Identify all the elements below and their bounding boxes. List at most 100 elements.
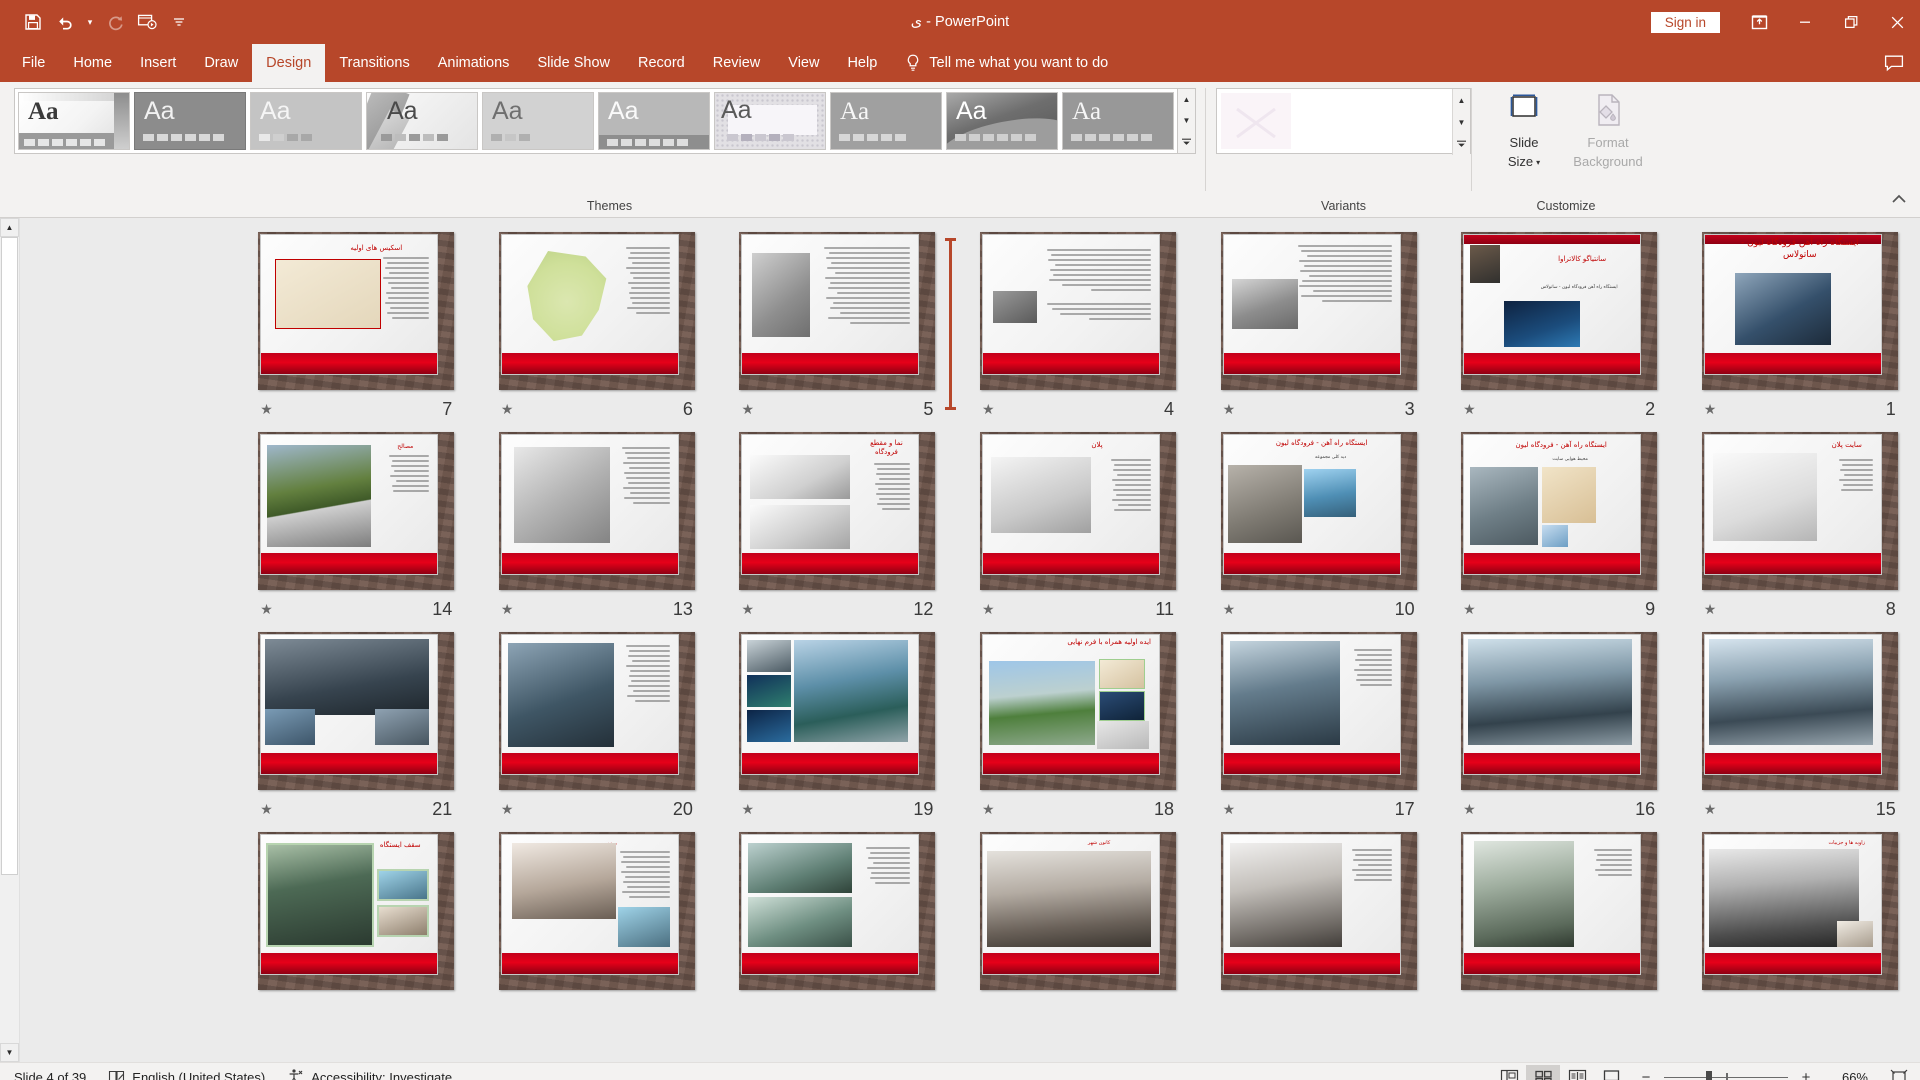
- slide-animation-star-icon[interactable]: ★: [741, 602, 754, 616]
- slide-item[interactable]: ★ 3: [1198, 232, 1439, 422]
- zoom-slider-handle[interactable]: [1706, 1070, 1712, 1080]
- slide-item[interactable]: ★ 4: [958, 232, 1199, 422]
- slide-thumbnail[interactable]: [739, 632, 936, 790]
- slide-item[interactable]: ★ 5: [717, 232, 958, 422]
- slide-item[interactable]: ★ 17: [1198, 632, 1439, 822]
- slide-animation-star-icon[interactable]: ★: [741, 802, 754, 816]
- tab-design[interactable]: Design: [252, 44, 326, 82]
- slide-item[interactable]: ایده اولیه همراه با فرم نهایی ★ 18: [958, 632, 1199, 822]
- chevron-down-icon[interactable]: ▾: [1536, 158, 1540, 167]
- format-background-button[interactable]: Format Background: [1568, 88, 1648, 174]
- slide-animation-star-icon[interactable]: ★: [1223, 602, 1236, 616]
- slide-animation-star-icon[interactable]: ★: [260, 402, 273, 416]
- slide-thumbnail[interactable]: نما و مقطع فرودگاه: [739, 432, 936, 590]
- slide-thumbnail[interactable]: سقف ایستگاه: [258, 832, 455, 990]
- slide-item[interactable]: سقف: [477, 832, 718, 990]
- slide-animation-star-icon[interactable]: ★: [501, 402, 514, 416]
- tab-transitions[interactable]: Transitions: [325, 44, 423, 82]
- theme-thumb-dark-gray[interactable]: Aa: [134, 92, 246, 150]
- slide-item[interactable]: ★ 21: [236, 632, 477, 822]
- tab-record[interactable]: Record: [624, 44, 699, 82]
- start-from-beginning-icon[interactable]: [132, 7, 162, 37]
- slide-item[interactable]: سایت پلان ★ 8: [1679, 432, 1920, 622]
- slide-item[interactable]: پلان ★ 11: [958, 432, 1199, 622]
- slide-show-button[interactable]: [1594, 1065, 1628, 1080]
- more-variants-icon[interactable]: [1453, 133, 1470, 155]
- scroll-up-icon[interactable]: ▲: [1453, 89, 1470, 111]
- slide-thumbnail[interactable]: ایستگاه راه آهن فرودگاه لیون - ساتولاس: [1701, 232, 1898, 390]
- slides-vertical-scrollbar[interactable]: ▲ ▼: [0, 218, 20, 1062]
- customize-quick-access-toolbar-icon[interactable]: [164, 7, 194, 37]
- theme-thumb-pale[interactable]: Aa: [482, 92, 594, 150]
- slide-animation-star-icon[interactable]: ★: [1223, 402, 1236, 416]
- redo-icon[interactable]: [100, 7, 130, 37]
- slide-animation-star-icon[interactable]: ★: [982, 402, 995, 416]
- slide-thumbnail[interactable]: [1461, 632, 1658, 790]
- slide-thumbnail[interactable]: [258, 632, 455, 790]
- slide-thumbnail[interactable]: ایده اولیه همراه با فرم نهایی: [980, 632, 1177, 790]
- slide-thumbnail[interactable]: [980, 232, 1177, 390]
- tab-draw[interactable]: Draw: [190, 44, 252, 82]
- normal-view-button[interactable]: [1492, 1065, 1526, 1080]
- undo-dropdown-icon[interactable]: ▾: [82, 7, 98, 37]
- comments-icon[interactable]: [1868, 44, 1920, 82]
- slide-animation-star-icon[interactable]: ★: [260, 602, 273, 616]
- tab-review[interactable]: Review: [699, 44, 775, 82]
- slide-thumbnail[interactable]: ایستگاه راه آهن - فرودگاه لیون دید کلی م…: [1220, 432, 1417, 590]
- tab-home[interactable]: Home: [59, 44, 126, 82]
- slide-animation-star-icon[interactable]: ★: [1463, 802, 1476, 816]
- slide-item[interactable]: مصالح ★ 14: [236, 432, 477, 622]
- theme-thumb-light-gray[interactable]: Aa: [250, 92, 362, 150]
- slide-item[interactable]: زاویه ها و جزییات: [1679, 832, 1920, 990]
- slide-thumbnail[interactable]: [1220, 632, 1417, 790]
- minimize-icon[interactable]: [1782, 0, 1828, 44]
- slide-animation-star-icon[interactable]: ★: [741, 402, 754, 416]
- slide-animation-star-icon[interactable]: ★: [982, 802, 995, 816]
- scroll-down-icon[interactable]: ▼: [1453, 111, 1470, 133]
- slide-animation-star-icon[interactable]: ★: [1704, 802, 1717, 816]
- slide-thumbnail[interactable]: زاویه ها و جزییات: [1701, 832, 1898, 990]
- restore-icon[interactable]: [1828, 0, 1874, 44]
- slide-item[interactable]: ★ 6: [477, 232, 718, 422]
- slide-item[interactable]: [717, 832, 958, 990]
- slide-sorter-view-button[interactable]: [1526, 1064, 1560, 1080]
- slide-animation-star-icon[interactable]: ★: [260, 802, 273, 816]
- slide-item[interactable]: کانون شهر: [958, 832, 1199, 990]
- slide-animation-star-icon[interactable]: ★: [1704, 402, 1717, 416]
- zoom-slider[interactable]: [1664, 1070, 1788, 1080]
- zoom-out-button[interactable]: −: [1638, 1069, 1654, 1080]
- themes-gallery-scrollbar[interactable]: ▲ ▼: [1178, 88, 1196, 154]
- reading-view-button[interactable]: [1560, 1065, 1594, 1080]
- sign-in-button[interactable]: Sign in: [1650, 11, 1720, 33]
- slide-item[interactable]: ایستگاه راه آهن - فرودگاه لیون محیط هوای…: [1439, 432, 1680, 622]
- slide-thumbnail[interactable]: مصالح: [258, 432, 455, 590]
- slide-thumbnail[interactable]: اسکیس های اولیه: [258, 232, 455, 390]
- slide-thumbnail[interactable]: [1220, 232, 1417, 390]
- slide-item[interactable]: ★ 20: [477, 632, 718, 822]
- slide-item[interactable]: سقف ایستگاه: [236, 832, 477, 990]
- zoom-level-label[interactable]: 66%: [1824, 1070, 1868, 1080]
- slide-thumbnail[interactable]: [1220, 832, 1417, 990]
- undo-icon[interactable]: [50, 7, 80, 37]
- theme-thumb-office[interactable]: Aa: [18, 92, 130, 150]
- slide-animation-star-icon[interactable]: ★: [982, 602, 995, 616]
- slide-thumbnail[interactable]: [739, 832, 936, 990]
- scrollbar-thumb[interactable]: [1, 237, 18, 875]
- tab-view[interactable]: View: [774, 44, 833, 82]
- slide-item[interactable]: اسکیس های اولیه ★ 7: [236, 232, 477, 422]
- slide-item[interactable]: ★ 15: [1679, 632, 1920, 822]
- slide-item[interactable]: سانتیاگو کالاتراوا ایستگاه راه آهن فرودگ…: [1439, 232, 1680, 422]
- themes-gallery[interactable]: Aa Aa Aa Aa Aa Aa Aa Aa Aa Aa: [14, 88, 1178, 154]
- close-icon[interactable]: [1874, 0, 1920, 44]
- collapse-ribbon-button[interactable]: [1888, 189, 1910, 209]
- theme-thumb-mid-gray[interactable]: Aa: [598, 92, 710, 150]
- slide-item[interactable]: نما و مقطع فرودگاه ★ 12: [717, 432, 958, 622]
- scroll-up-icon[interactable]: ▲: [1178, 89, 1195, 110]
- theme-thumb-banded[interactable]: Aa: [1062, 92, 1174, 150]
- slide-size-button[interactable]: Slide Size ▾: [1484, 88, 1564, 174]
- tab-file[interactable]: File: [8, 44, 59, 82]
- theme-thumb-dotted-frame[interactable]: Aa: [714, 92, 826, 150]
- slide-thumbnail[interactable]: کانون شهر: [980, 832, 1177, 990]
- slide-thumbnail[interactable]: سقف: [498, 832, 695, 990]
- slide-thumbnail[interactable]: [1701, 632, 1898, 790]
